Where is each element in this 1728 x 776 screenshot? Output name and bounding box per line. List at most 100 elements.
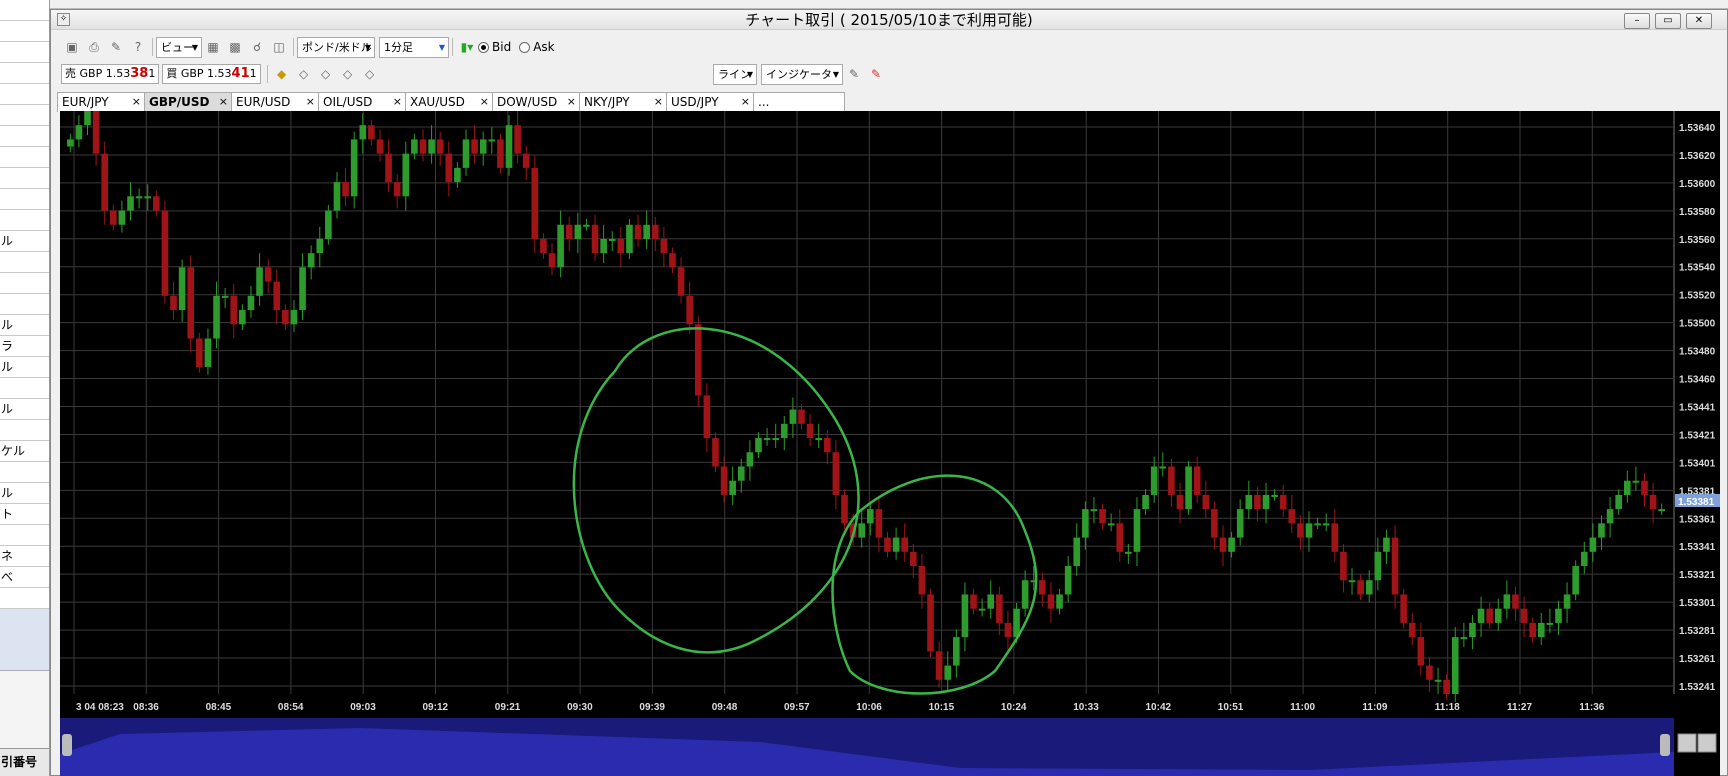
tab-usdjpy[interactable]: USD/JPY ×	[666, 92, 754, 112]
left-panel-row	[0, 252, 49, 273]
close-tab-icon[interactable]: ×	[567, 93, 576, 111]
symbol-select[interactable]: ポンド/米ドル ▼	[297, 36, 375, 58]
candle-body	[677, 267, 685, 296]
ask-radio[interactable]	[519, 41, 531, 53]
order-icon-4[interactable]: ◇	[337, 64, 359, 84]
y-tick-label: 1.53321	[1679, 570, 1716, 581]
candle-type-icon[interactable]: ▮▾	[456, 37, 478, 57]
x-tick-label: 10:15	[929, 702, 955, 713]
order-icon-2[interactable]: ◇	[293, 64, 315, 84]
minimize-button[interactable]: –	[1624, 13, 1650, 29]
candle-body	[264, 267, 272, 282]
y-tick-label: 1.53241	[1679, 682, 1716, 693]
tab-xauusd[interactable]: XAU/USD ×	[405, 92, 493, 112]
tab-gbpusd[interactable]: GBP/USD ×	[144, 92, 232, 112]
line-menu[interactable]: ライン ▼	[713, 63, 757, 85]
candle-body	[1262, 494, 1270, 510]
tab-oilusd[interactable]: OIL/USD ×	[318, 92, 406, 112]
ask-label: Ask	[533, 40, 555, 54]
tab-[interactable]: ...	[753, 92, 845, 112]
bid-radio[interactable]	[478, 41, 489, 53]
candle-body	[350, 139, 358, 197]
candle-body	[1606, 509, 1614, 524]
close-button[interactable]: ✕	[1686, 13, 1712, 29]
indicator-menu[interactable]: インジケーター▼	[761, 63, 843, 100]
x-tick-label: 10:42	[1146, 702, 1172, 713]
window-icon[interactable]: ◫	[268, 37, 290, 57]
grid-icon[interactable]: ▩	[224, 37, 246, 57]
close-tab-icon[interactable]: ×	[132, 93, 141, 111]
tab-dowusd[interactable]: DOW/USD ×	[492, 92, 580, 112]
eraser-icon[interactable]: ✎	[865, 64, 887, 84]
camera-icon[interactable]: ▣	[61, 37, 83, 57]
candle-body	[1004, 622, 1012, 638]
help-icon[interactable]: ?	[127, 37, 149, 57]
left-panel-row	[0, 525, 49, 546]
candle-body	[118, 210, 126, 225]
restore-button[interactable]: ▭	[1655, 13, 1681, 29]
timeframe-select[interactable]: 1分足 ▼	[379, 36, 449, 58]
candle-body	[1443, 679, 1450, 694]
close-tab-icon[interactable]: ×	[219, 93, 228, 111]
candle-body	[290, 310, 298, 325]
tab-eurusd[interactable]: EUR/USD ×	[231, 92, 319, 112]
print-icon[interactable]: ⎙	[83, 37, 105, 57]
candle-body	[1228, 537, 1235, 552]
candle-body	[703, 395, 711, 439]
candle-body	[944, 665, 952, 680]
draw-icon[interactable]: ✎	[843, 64, 865, 84]
candle-body	[815, 438, 822, 441]
candle-body	[1417, 637, 1425, 666]
tab-label: GBP/USD	[149, 95, 210, 109]
candle-body	[1254, 494, 1261, 510]
candle-body	[1090, 509, 1098, 512]
candle-body	[1391, 537, 1399, 595]
bid-label: Bid	[492, 40, 512, 54]
close-tab-icon[interactable]: ×	[654, 93, 663, 111]
left-panel-row	[0, 588, 49, 609]
candle-body	[368, 125, 375, 140]
price-chart[interactable]: 1.53640 1.53620 1.53600 1.53580 1.53560 1.535…	[60, 111, 1720, 776]
order-icon-3[interactable]: ◇	[315, 64, 337, 84]
view-menu[interactable]: ビュー ▼	[156, 36, 202, 58]
candle-body	[1486, 608, 1493, 623]
candle-body	[1426, 665, 1433, 680]
y-tick-label: 1.53580	[1679, 207, 1716, 218]
navigator-left-handle	[62, 734, 72, 756]
candle-body	[221, 295, 229, 298]
candle-body	[393, 182, 401, 197]
candle-body	[720, 466, 728, 495]
candle-body	[1357, 580, 1364, 595]
zoom-icon[interactable]: ☌	[246, 37, 268, 57]
candle-body	[643, 224, 650, 239]
close-tab-icon[interactable]: ×	[741, 93, 750, 111]
buy-quote[interactable]: 買 GBP 1.53411	[162, 64, 261, 84]
candle-body	[1073, 537, 1081, 567]
top-strip	[50, 0, 1728, 9]
chart-area[interactable]: 1.53640 1.53620 1.53600 1.53580 1.53560 1.535…	[60, 111, 1720, 776]
candle-body	[935, 651, 943, 680]
candle-body	[1374, 551, 1382, 581]
x-tick-label: 3 04 08:23	[76, 702, 124, 713]
candle-body	[247, 295, 255, 311]
order-icon[interactable]: ◆	[271, 64, 293, 84]
order-icon-5[interactable]: ◇	[359, 64, 381, 84]
candle-body	[488, 139, 496, 142]
candle-body	[540, 238, 547, 254]
zoom-out-icon	[1697, 733, 1717, 753]
tab-nkyjpy[interactable]: NKY/JPY ×	[579, 92, 667, 112]
close-tab-icon[interactable]: ×	[306, 93, 315, 111]
candle-body	[1279, 494, 1287, 510]
settings-icon[interactable]: ✎	[105, 37, 127, 57]
sell-quote[interactable]: 売 GBP 1.53381	[61, 64, 160, 84]
candle-body	[1348, 580, 1356, 583]
layout-icon[interactable]: ▦	[202, 37, 224, 57]
tab-eurjpy[interactable]: EUR/JPY ×	[57, 92, 145, 112]
close-tab-icon[interactable]: ×	[480, 93, 489, 111]
candle-body	[239, 310, 246, 325]
candle-body	[282, 310, 289, 325]
close-tab-icon[interactable]: ×	[393, 93, 402, 111]
candle-body	[1580, 551, 1588, 567]
x-tick-label: 09:39	[639, 702, 665, 713]
candle-body	[92, 111, 100, 154]
